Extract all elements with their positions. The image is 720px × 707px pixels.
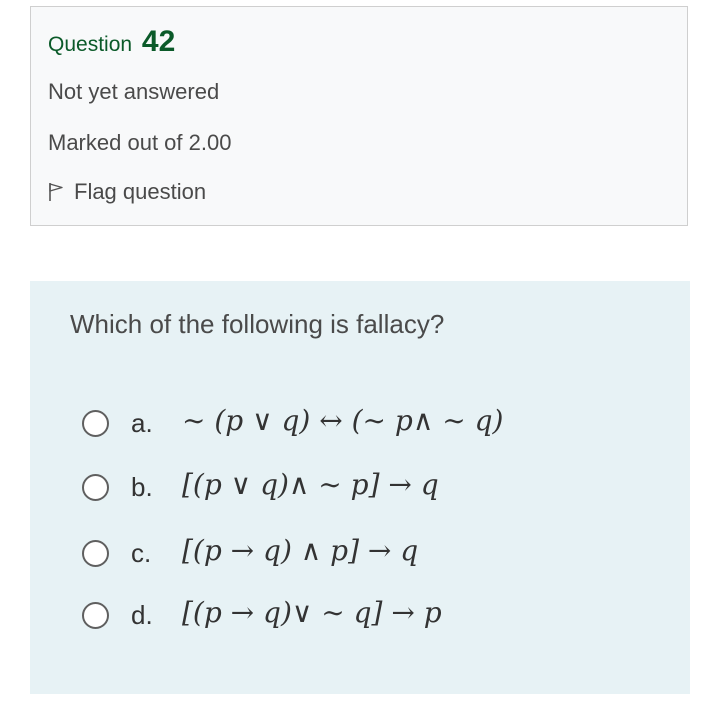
flag-question-link[interactable]: Flag question: [48, 179, 206, 205]
question-info-panel: Question 42 Not yet answered Marked out …: [30, 6, 688, 226]
radio-unchecked-icon[interactable]: [82, 602, 109, 629]
radio-unchecked-icon[interactable]: [82, 540, 109, 567]
question-number: 42: [141, 25, 176, 58]
answer-option-a[interactable]: a. ∼ (p ∨ q) ↔ (∼ p∧ ∼ q): [82, 403, 642, 443]
option-letter: c.: [131, 538, 152, 568]
radio-unchecked-icon[interactable]: [82, 474, 109, 501]
question-title: Question 42: [48, 25, 175, 59]
answer-option-b[interactable]: b. [(p ∨ q)∧ ∼ p] → q: [82, 467, 642, 507]
option-letter: a.: [131, 408, 153, 438]
answer-option-c[interactable]: c. [(p → q) ∧ p] → q: [82, 533, 642, 573]
option-formula: [(p → q) ∧ p] → q: [182, 534, 419, 567]
option-letter: d.: [131, 600, 153, 630]
answer-status: Not yet answered: [48, 79, 220, 104]
question-text: Which of the following is fallacy?: [70, 309, 445, 339]
option-formula: [(p ∨ q)∧ ∼ p] → q: [182, 468, 439, 501]
radio-unchecked-icon[interactable]: [82, 410, 109, 437]
question-label: Question: [48, 33, 133, 56]
question-content-panel: Which of the following is fallacy? a. ∼ …: [30, 281, 690, 694]
option-formula: [(p → q)∨ ∼ q] → p: [182, 596, 442, 629]
flag-icon: [48, 182, 64, 202]
option-letter: b.: [131, 472, 153, 502]
option-formula: ∼ (p ∨ q) ↔ (∼ p∧ ∼ q): [182, 404, 504, 437]
question-marks: Marked out of 2.00: [48, 130, 232, 155]
flag-question-label: Flag question: [74, 179, 207, 204]
answer-option-d[interactable]: d. [(p → q)∨ ∼ q] → p: [82, 595, 642, 635]
